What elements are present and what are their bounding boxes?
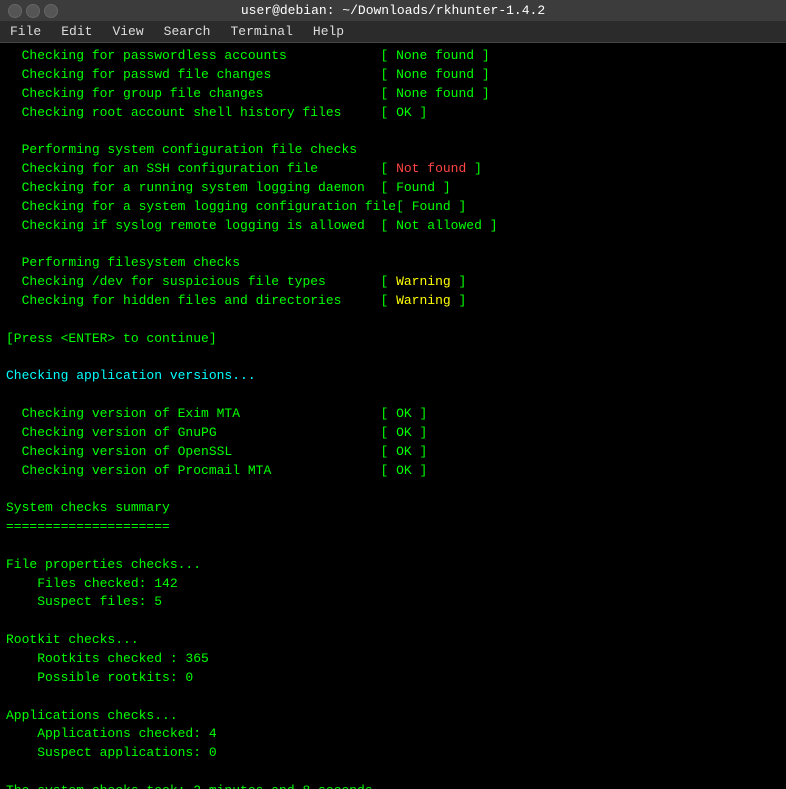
terminal-line bbox=[6, 688, 780, 707]
terminal-line: Applications checked: 4 bbox=[6, 725, 780, 744]
terminal-line bbox=[6, 386, 780, 405]
terminal-line: Checking if syslog remote logging is all… bbox=[6, 217, 780, 236]
terminal-line: [Press <ENTER> to continue] bbox=[6, 330, 780, 349]
menu-edit[interactable]: Edit bbox=[51, 21, 102, 42]
terminal-line: Suspect applications: 0 bbox=[6, 744, 780, 763]
terminal-line: Checking for hidden files and directorie… bbox=[6, 292, 780, 311]
menu-view[interactable]: View bbox=[102, 21, 153, 42]
terminal-line: ===================== bbox=[6, 518, 780, 537]
terminal-line: System checks summary bbox=[6, 499, 780, 518]
terminal-line: Suspect files: 5 bbox=[6, 593, 780, 612]
terminal-line: Checking for group file changes [ None f… bbox=[6, 85, 780, 104]
terminal-line: Checking for passwd file changes [ None … bbox=[6, 66, 780, 85]
minimize-btn[interactable] bbox=[26, 4, 40, 18]
menu-bar: File Edit View Search Terminal Help bbox=[0, 21, 786, 43]
terminal-line: Files checked: 142 bbox=[6, 575, 780, 594]
title-bar: user@debian: ~/Downloads/rkhunter-1.4.2 bbox=[0, 0, 786, 21]
terminal-line: Rootkit checks... bbox=[6, 631, 780, 650]
menu-help[interactable]: Help bbox=[303, 21, 354, 42]
maximize-btn[interactable] bbox=[44, 4, 58, 18]
window-title: user@debian: ~/Downloads/rkhunter-1.4.2 bbox=[60, 3, 726, 18]
menu-terminal[interactable]: Terminal bbox=[220, 21, 302, 42]
terminal-line: Checking version of OpenSSL [ OK ] bbox=[6, 443, 780, 462]
terminal-line: Possible rootkits: 0 bbox=[6, 669, 780, 688]
terminal-line bbox=[6, 763, 780, 782]
terminal-line bbox=[6, 235, 780, 254]
terminal-line: Checking version of GnuPG [ OK ] bbox=[6, 424, 780, 443]
terminal-line: Checking root account shell history file… bbox=[6, 104, 780, 123]
terminal-line: Checking application versions... bbox=[6, 367, 780, 386]
terminal-line bbox=[6, 612, 780, 631]
terminal-line: The system checks took: 2 minutes and 8 … bbox=[6, 782, 780, 789]
terminal-line: Checking for passwordless accounts [ Non… bbox=[6, 47, 780, 66]
terminal-line: Checking for a running system logging da… bbox=[6, 179, 780, 198]
terminal-line bbox=[6, 537, 780, 556]
terminal-line: Checking version of Procmail MTA [ OK ] bbox=[6, 462, 780, 481]
terminal-line bbox=[6, 122, 780, 141]
terminal-line: Performing system configuration file che… bbox=[6, 141, 780, 160]
terminal-line: Applications checks... bbox=[6, 707, 780, 726]
terminal-line bbox=[6, 349, 780, 368]
terminal-line: File properties checks... bbox=[6, 556, 780, 575]
terminal[interactable]: Checking for passwordless accounts [ Non… bbox=[0, 43, 786, 789]
terminal-line: Performing filesystem checks bbox=[6, 254, 780, 273]
menu-file[interactable]: File bbox=[0, 21, 51, 42]
terminal-line: Rootkits checked : 365 bbox=[6, 650, 780, 669]
terminal-line: Checking for an SSH configuration file [… bbox=[6, 160, 780, 179]
terminal-line: Checking /dev for suspicious file types … bbox=[6, 273, 780, 292]
terminal-line: Checking version of Exim MTA [ OK ] bbox=[6, 405, 780, 424]
terminal-line: Checking for a system logging configurat… bbox=[6, 198, 780, 217]
terminal-line bbox=[6, 311, 780, 330]
menu-search[interactable]: Search bbox=[154, 21, 221, 42]
terminal-line bbox=[6, 480, 780, 499]
close-btn[interactable] bbox=[8, 4, 22, 18]
